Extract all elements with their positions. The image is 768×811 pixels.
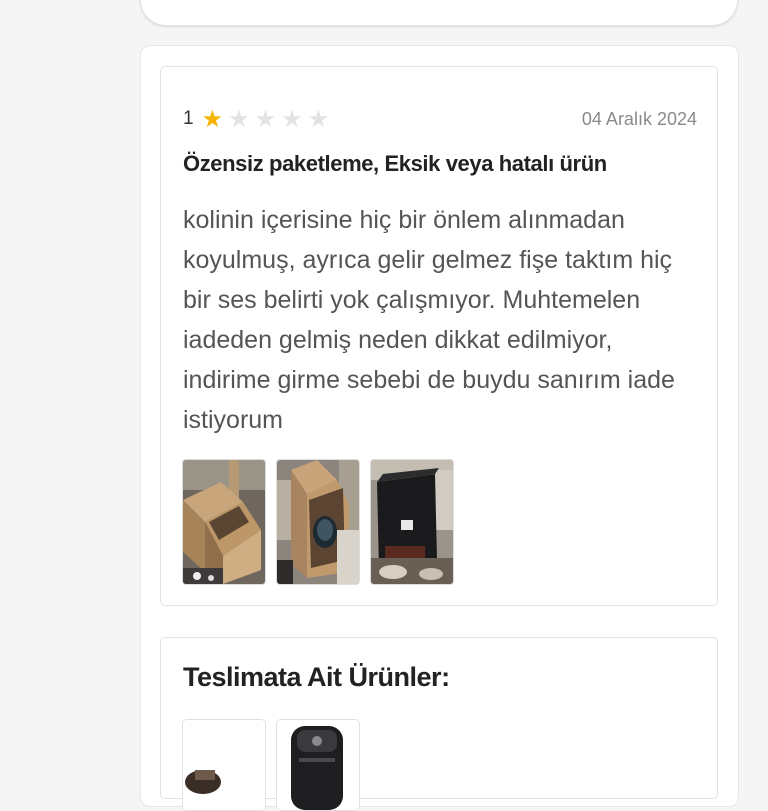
star-empty-icon: ★ (254, 105, 277, 133)
delivery-products-title: Teslimata Ait Ürünler: (183, 662, 450, 692)
star-empty-icon: ★ (281, 105, 303, 133)
rating-value: 1 (183, 108, 194, 129)
review-title: Özensiz paketleme, Eksik veya hatalı ürü… (183, 151, 607, 176)
review-photo-open-box[interactable] (182, 459, 266, 585)
delivery-products-list (182, 719, 360, 811)
previous-card (140, 0, 738, 26)
review-photo-box-with-product[interactable] (276, 459, 360, 585)
product-image-1 (183, 720, 265, 810)
review-date: 04 Aralık 2024 (581, 109, 697, 129)
review-text: kolinin içerisine hiç bir önlem alınmada… (183, 206, 675, 434)
star-filled-icon: ★ (201, 105, 224, 133)
product-thumbnail-1[interactable] (182, 719, 266, 811)
rating-row: 1 ★ ★ ★ ★ ★ (183, 107, 334, 131)
review-photos (182, 459, 454, 585)
review-photo-packaging[interactable] (370, 459, 454, 585)
delivery-products-card: Teslimata Ait Ürünler: (160, 637, 718, 811)
review-card: 1 ★ ★ ★ ★ ★ 04 Aralık 2024 Özensiz paket… (160, 66, 718, 606)
product-thumbnail-2[interactable] (276, 719, 360, 811)
star-empty-icon: ★ (228, 105, 250, 133)
star-empty-icon: ★ (307, 105, 330, 133)
product-image-2 (277, 720, 359, 810)
